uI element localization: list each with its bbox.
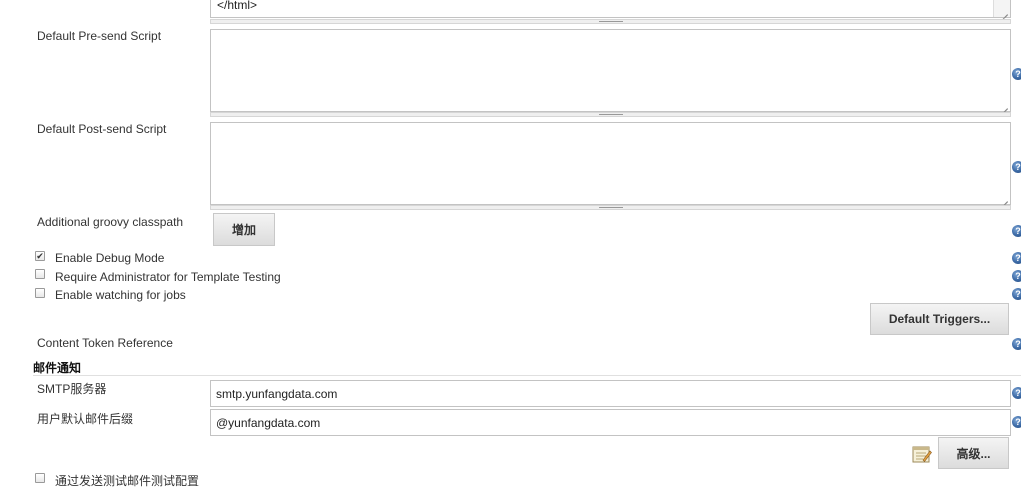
content-token-reference-label: Content Token Reference <box>37 336 173 350</box>
resize-corner-icon[interactable] <box>1000 7 1009 16</box>
require-admin-checkbox[interactable] <box>35 269 45 279</box>
resize-corner-icon[interactable] <box>1000 101 1009 110</box>
add-classpath-button[interactable]: 增加 <box>213 213 275 246</box>
require-admin-label: Require Administrator for Template Testi… <box>55 270 281 284</box>
html-content-resize-grip[interactable] <box>210 19 1011 24</box>
default-suffix-label: 用户默认邮件后缀 <box>37 412 134 426</box>
post-send-script-label: Default Post-send Script <box>37 122 167 136</box>
resize-corner-icon[interactable] <box>1000 194 1009 203</box>
watch-jobs-checkbox[interactable] <box>35 288 45 298</box>
pre-send-resize-grip[interactable] <box>210 112 1011 117</box>
html-content-textarea[interactable]: </html> <box>210 0 1011 18</box>
test-email-checkbox[interactable] <box>35 473 45 483</box>
help-icon[interactable]: ? <box>1012 387 1021 399</box>
smtp-server-label: SMTP服务器 <box>37 382 107 396</box>
post-send-resize-grip[interactable] <box>210 205 1011 210</box>
post-send-script-textarea[interactable] <box>210 122 1011 205</box>
help-icon[interactable]: ? <box>1012 416 1021 428</box>
pre-send-script-textarea[interactable] <box>210 29 1011 112</box>
groovy-classpath-label: Additional groovy classpath <box>37 215 184 229</box>
help-icon[interactable]: ? <box>1012 68 1021 80</box>
help-icon[interactable]: ? <box>1012 338 1021 350</box>
section-divider <box>33 375 1021 376</box>
test-email-label: 通过发送测试邮件测试配置 <box>55 474 200 488</box>
debug-mode-checkbox[interactable]: ✔ <box>35 251 45 261</box>
watch-jobs-label: Enable watching for jobs <box>55 288 186 302</box>
default-suffix-input[interactable] <box>210 409 1011 436</box>
help-icon[interactable]: ? <box>1012 252 1021 264</box>
help-icon[interactable]: ? <box>1012 288 1021 300</box>
advanced-button[interactable]: 高级... <box>938 437 1009 469</box>
help-icon[interactable]: ? <box>1012 161 1021 173</box>
smtp-server-input[interactable] <box>210 380 1011 407</box>
notepad-icon <box>912 446 932 463</box>
html-content-tail-text: </html> <box>217 0 258 12</box>
debug-mode-label: Enable Debug Mode <box>55 251 165 265</box>
pre-send-script-label: Default Pre-send Script <box>37 29 162 43</box>
mail-section-title: 邮件通知 <box>33 361 82 375</box>
help-icon[interactable]: ? <box>1012 270 1021 282</box>
help-icon[interactable]: ? <box>1012 225 1021 237</box>
default-triggers-button[interactable]: Default Triggers... <box>870 303 1009 335</box>
